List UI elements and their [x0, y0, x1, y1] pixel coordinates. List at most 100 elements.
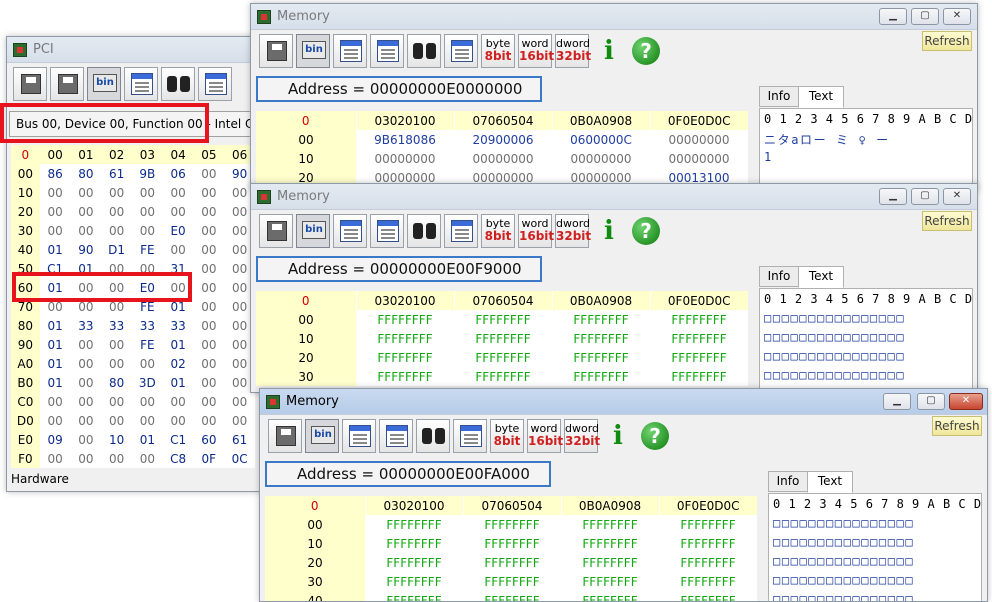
pci-cell[interactable]: D1 — [101, 240, 132, 259]
mem-cell[interactable]: FFFFFFFF — [650, 310, 748, 329]
mem-cell[interactable]: FFFFFFFF — [356, 367, 454, 386]
pci-cell[interactable]: 00 — [193, 164, 225, 183]
mem-cell[interactable]: FFFFFFFF — [650, 348, 748, 367]
pci-cell[interactable]: 9B — [131, 164, 163, 183]
save-button[interactable] — [259, 34, 293, 68]
bin-button[interactable]: bin — [296, 34, 330, 68]
mem-cell[interactable]: 9B618086 — [356, 130, 454, 149]
byte-mode-button[interactable]: byte 8bit — [490, 419, 524, 453]
info-button[interactable]: i — [592, 214, 626, 248]
word-mode-button[interactable]: word 16bit — [518, 34, 554, 68]
refresh-button[interactable]: Refresh — [922, 31, 972, 51]
pci-cell[interactable]: 00 — [193, 278, 225, 297]
pci-cell[interactable]: 00 — [193, 373, 225, 392]
pci-cell[interactable]: 00 — [70, 411, 102, 430]
mem-cell[interactable]: FFFFFFFF — [659, 515, 757, 534]
pci-cell[interactable]: 00 — [39, 221, 71, 240]
pci-cell[interactable]: 00 — [131, 392, 163, 411]
pci-cell[interactable]: 00 — [193, 240, 225, 259]
minimize-button[interactable]: ▁ — [883, 393, 911, 410]
mem-cell[interactable]: FFFFFFFF — [659, 572, 757, 591]
mem-cell[interactable]: 0600000C — [552, 130, 650, 149]
mem-cell[interactable]: FFFFFFFF — [356, 310, 454, 329]
pci-cell[interactable]: FE — [131, 240, 163, 259]
pci-titlebar[interactable]: PCI — [7, 37, 267, 63]
memory-titlebar[interactable]: Memory ▁ ▢ ✕ — [260, 389, 987, 415]
mem-cell[interactable]: FFFFFFFF — [561, 515, 659, 534]
pci-cell[interactable]: 00 — [101, 449, 132, 468]
minimize-button[interactable]: ▁ — [879, 8, 907, 25]
pci-cell[interactable]: 33 — [162, 316, 194, 335]
pci-cell[interactable]: 00 — [101, 411, 132, 430]
mem-cell[interactable]: FFFFFFFF — [463, 553, 561, 572]
maximize-button[interactable]: ▢ — [917, 393, 945, 410]
pci-cell[interactable]: 00 — [224, 411, 255, 430]
refresh-button[interactable]: Refresh — [932, 416, 982, 436]
pci-cell[interactable]: 01 — [39, 335, 71, 354]
address-field[interactable]: Address = 00000000E00F9000 — [256, 256, 542, 282]
pci-cell[interactable]: 00 — [193, 183, 225, 202]
pci-cell[interactable]: 61 — [224, 430, 255, 449]
mem-cell[interactable]: 20900006 — [454, 130, 552, 149]
pci-cell[interactable]: 86 — [39, 164, 71, 183]
help-button[interactable]: ? — [629, 214, 663, 248]
pci-cell[interactable]: 02 — [162, 354, 194, 373]
maximize-button[interactable]: ▢ — [911, 8, 939, 25]
close-button[interactable]: ✕ — [943, 8, 971, 25]
pci-cell[interactable]: 01 — [39, 373, 71, 392]
pci-cell[interactable]: 00 — [70, 392, 102, 411]
pci-cell[interactable]: 33 — [131, 316, 163, 335]
close-button[interactable]: ✕ — [943, 188, 971, 205]
address-field[interactable]: Address = 00000000E0000000 — [256, 76, 542, 102]
byte-mode-button[interactable]: byte 8bit — [481, 214, 515, 248]
mem-cell[interactable]: 00000000 — [552, 149, 650, 168]
save-button[interactable] — [13, 67, 47, 101]
refresh-button[interactable]: Refresh — [922, 211, 972, 231]
pci-cell[interactable]: 00 — [70, 221, 102, 240]
pci-cell[interactable]: 0C — [224, 449, 255, 468]
mem-cell[interactable]: FFFFFFFF — [463, 534, 561, 553]
find-button[interactable] — [161, 67, 195, 101]
pci-cell[interactable]: 00 — [193, 335, 225, 354]
open-window-button[interactable] — [333, 214, 367, 248]
find-button[interactable] — [407, 214, 441, 248]
mem-cell[interactable]: FFFFFFFF — [365, 591, 463, 601]
bin-button[interactable]: bin — [296, 214, 330, 248]
pci-cell[interactable]: 00 — [193, 392, 225, 411]
pci-cell[interactable]: C8 — [162, 449, 194, 468]
pci-cell[interactable]: 61 — [101, 164, 132, 183]
pci-cell[interactable]: 00 — [70, 449, 102, 468]
mem-cell[interactable]: FFFFFFFF — [650, 367, 748, 386]
pci-cell[interactable]: 00 — [193, 411, 225, 430]
pci-cell[interactable]: 00 — [193, 259, 225, 278]
pci-cell[interactable]: 3D — [131, 373, 163, 392]
pci-cell[interactable]: 00 — [39, 202, 71, 221]
copy-window-button[interactable] — [370, 34, 404, 68]
mem-cell[interactable]: FFFFFFFF — [356, 329, 454, 348]
pci-cell[interactable]: 80 — [70, 164, 102, 183]
save-button[interactable] — [268, 419, 302, 453]
mem-cell[interactable]: FFFFFFFF — [561, 572, 659, 591]
pci-cell[interactable]: 01 — [39, 240, 71, 259]
mem-cell[interactable]: 00000000 — [356, 149, 454, 168]
pci-cell[interactable]: 00 — [70, 335, 102, 354]
pci-cell[interactable]: 00 — [101, 202, 132, 221]
tab-text[interactable]: Text — [807, 471, 853, 493]
word-mode-button[interactable]: word 16bit — [518, 214, 554, 248]
byte-mode-button[interactable]: byte 8bit — [481, 34, 515, 68]
pci-cell[interactable]: 01 — [39, 354, 71, 373]
minimize-button[interactable]: ▁ — [879, 188, 907, 205]
pci-cell[interactable]: 00 — [101, 392, 132, 411]
mem-cell[interactable]: 00000000 — [650, 149, 748, 168]
pci-cell[interactable]: 01 — [162, 335, 194, 354]
word-mode-button[interactable]: word 16bit — [527, 419, 563, 453]
open-window-button[interactable] — [124, 67, 158, 101]
pci-cell[interactable]: 80 — [101, 373, 132, 392]
pci-cell[interactable]: 0F — [193, 449, 225, 468]
pci-cell[interactable]: 00 — [131, 202, 163, 221]
pci-cell[interactable]: 01 — [162, 373, 194, 392]
mem-cell[interactable]: FFFFFFFF — [659, 534, 757, 553]
mem-cell[interactable]: FFFFFFFF — [552, 367, 650, 386]
pci-cell[interactable]: FE — [131, 335, 163, 354]
mem-cell[interactable]: FFFFFFFF — [561, 591, 659, 601]
